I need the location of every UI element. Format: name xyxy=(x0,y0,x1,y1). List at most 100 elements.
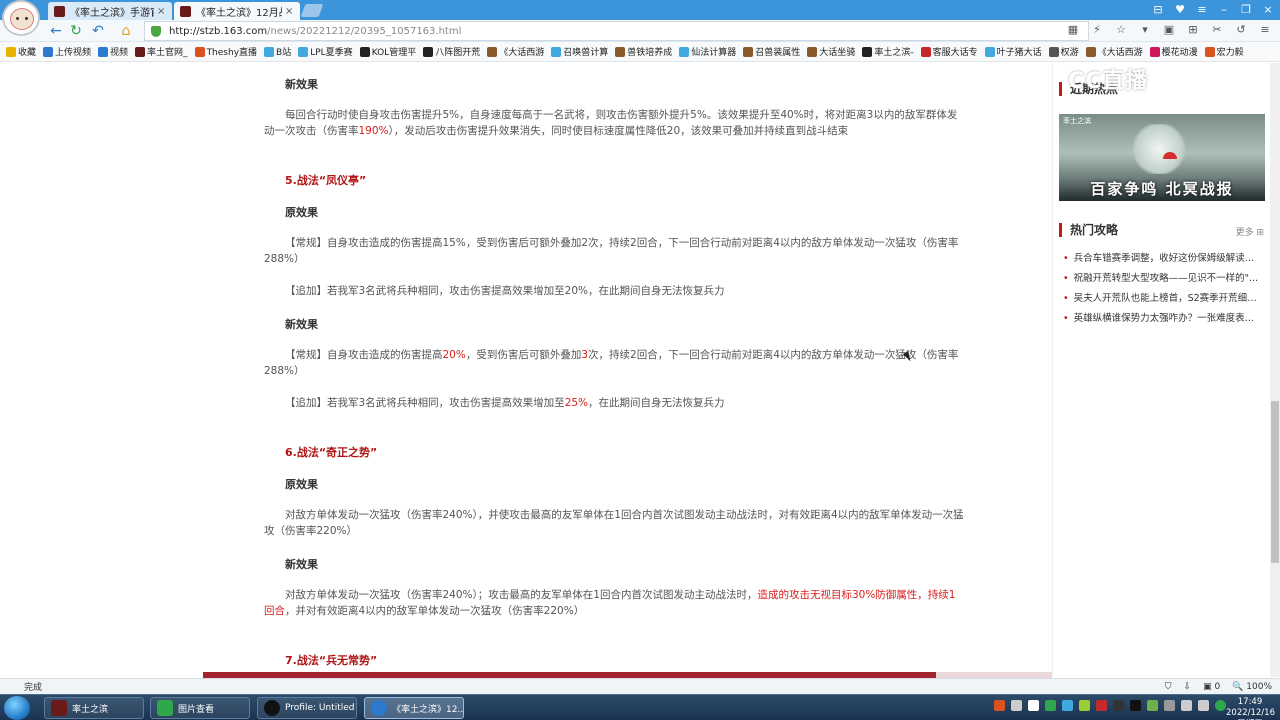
bookmark-item[interactable]: 上传视频 xyxy=(43,45,91,58)
tray-icon[interactable] xyxy=(994,700,1005,711)
window-controls: ⊟ ♥ ≡ – ❐ × xyxy=(1150,2,1276,18)
tray-icon[interactable] xyxy=(1011,700,1022,711)
more-icon[interactable]: ≡ xyxy=(1258,23,1272,37)
shield-icon xyxy=(151,25,161,37)
bookmark-item[interactable]: 仙法计算器 xyxy=(679,45,736,58)
bookmark-item[interactable]: Theshy直播 xyxy=(194,45,257,58)
tray-icon[interactable] xyxy=(1113,700,1124,711)
tray-icon[interactable] xyxy=(1130,700,1141,711)
bookmark-item[interactable]: 客服大话专 xyxy=(920,45,978,58)
screenshot-icon[interactable]: ▣ xyxy=(1162,23,1176,37)
list-item[interactable]: 祝融开荒转型大型攻略——见识不一样的"... xyxy=(1063,270,1263,284)
tray-icon[interactable] xyxy=(1215,700,1226,711)
network-icon[interactable] xyxy=(1181,700,1192,711)
start-button[interactable] xyxy=(4,696,30,720)
orig-effect-heading: 原效果 xyxy=(285,206,318,219)
undo-icon[interactable]: ↶ xyxy=(90,23,106,39)
bookmark-item[interactable]: B站 xyxy=(264,45,291,58)
bookmark-item[interactable]: 兽铁培养成 xyxy=(615,45,672,58)
lightning-icon[interactable]: ⚡ xyxy=(1090,23,1104,37)
undo-close-icon[interactable]: ↺ xyxy=(1234,23,1248,37)
tray-icon[interactable] xyxy=(1045,700,1056,711)
bookmark-item[interactable]: 樱花动漫 xyxy=(1149,45,1198,58)
tab-strip: 《率土之滨》手游官网_ × 《率土之滨》12月战法 × ⊟ ♥ ≡ – ❐ × xyxy=(0,0,1280,20)
bell-icon[interactable]: ♥ xyxy=(1172,3,1188,17)
close-icon[interactable]: × xyxy=(285,6,294,16)
counter-icon[interactable]: ▣ 0 xyxy=(1203,682,1220,692)
scrollbar-thumb[interactable] xyxy=(1271,401,1279,563)
bookmark-item[interactable]: 召兽装属性 xyxy=(743,45,800,58)
new-effect-heading: 新效果 xyxy=(285,558,318,571)
restore-icon[interactable]: ❐ xyxy=(1238,3,1254,17)
bookmark-item[interactable]: 八阵图开荒 xyxy=(423,45,480,58)
taskbar-item[interactable]: 图片查看 xyxy=(150,697,250,719)
tab-official-site[interactable]: 《率土之滨》手游官网_ × xyxy=(48,2,172,20)
scissors-icon[interactable]: ✂ xyxy=(1210,23,1224,37)
bookmark-item[interactable]: 宏力毅 xyxy=(1204,45,1244,58)
new-tab-button[interactable] xyxy=(300,4,324,17)
menu-icon[interactable]: ≡ xyxy=(1194,3,1210,17)
star-icon[interactable]: ☆ xyxy=(1114,23,1128,37)
bookmark-item[interactable]: 大话坐骑 xyxy=(807,45,855,58)
bookmark-item[interactable]: 《大话西游 xyxy=(487,45,544,58)
toolbar-tools: ▦ ⚡ ☆ ▾ ▣ ⊞ ✂ ↺ ≡ xyxy=(1066,23,1272,37)
back-icon[interactable]: ← xyxy=(48,23,64,39)
browser-logo-icon[interactable] xyxy=(2,0,40,36)
paragraph: 对敌方单体发动一次猛攻（伤害率240%），并使攻击最高的友军单体在1回合内首次试… xyxy=(264,509,964,537)
hot-guides-title: 热门攻略 xyxy=(1059,223,1118,237)
tab-label: 《率土之滨》手游官网_ xyxy=(70,7,154,19)
tray-icon[interactable] xyxy=(1028,700,1039,711)
bookmark-item[interactable]: 权游 xyxy=(1048,45,1079,58)
app-icon xyxy=(51,700,67,716)
page-viewport: 新效果 每回合行动时使自身攻击伤害提升5%，自身速度每高于一名武将，则攻击伤害额… xyxy=(0,63,1280,677)
bookmark-item[interactable]: 叶子猪大话 xyxy=(984,45,1042,58)
address-bar[interactable]: http://stzb.163.com/news/20221212/20395_… xyxy=(144,21,1089,41)
sidebar: 近期热点 率土之滨 百家争鸣 北冥战报 热门攻略 更多 ⊞ 兵合车错赛季调整，收… xyxy=(1052,63,1270,677)
system-tray xyxy=(994,700,1226,711)
download-icon[interactable]: ⇩ xyxy=(1184,682,1192,692)
refresh-icon[interactable]: ↻ xyxy=(68,23,84,39)
shield-status-icon[interactable]: ⛉ xyxy=(1165,682,1172,692)
close-window-icon[interactable]: × xyxy=(1260,3,1276,17)
new-effect-heading: 新效果 xyxy=(285,318,318,331)
clock[interactable]: 17:49 2022/12/16 星期五 xyxy=(1226,697,1275,720)
list-item[interactable]: 吴夫人开荒队也能上榜首，S2赛季开荒细节... xyxy=(1063,290,1263,304)
bookmark-item[interactable]: 《大话西游 xyxy=(1085,45,1143,58)
bookmarks-bar: 收藏 上传视频 视频 率土官网_ Theshy直播 B站 LPL夏季赛 KOL管… xyxy=(0,42,1280,62)
volume-icon[interactable] xyxy=(1198,700,1209,711)
minimize-icon[interactable]: – xyxy=(1216,3,1232,17)
app-icon xyxy=(264,700,280,716)
chevron-down-icon[interactable]: ▾ xyxy=(1138,23,1152,37)
bookmark-item[interactable]: LPL夏季赛 xyxy=(298,45,353,58)
tray-icon[interactable] xyxy=(1147,700,1158,711)
apps-icon[interactable]: ▦ xyxy=(1066,23,1080,37)
tab-article[interactable]: 《率土之滨》12月战法 × xyxy=(174,2,300,20)
banner-art xyxy=(1129,124,1189,174)
more-link[interactable]: 更多 ⊞ xyxy=(1236,225,1264,238)
bookmark-item[interactable]: 视频 xyxy=(98,45,128,58)
bookmark-item[interactable]: 收藏 xyxy=(6,45,36,58)
list-item[interactable]: 兵合车错赛季调整，收好这份保姆级解读和... xyxy=(1063,250,1263,264)
tray-icon[interactable] xyxy=(1062,700,1073,711)
paragraph: 【追加】若我军3名武将兵种相同，攻击伤害提高效果增加至25%，在此期间自身无法恢… xyxy=(285,397,725,409)
bookmark-item[interactable]: 召唤兽计算 xyxy=(551,45,608,58)
scrollbar[interactable] xyxy=(1270,63,1280,677)
list-item[interactable]: 英雄纵横谁保势力太强咋办？一张难度表解... xyxy=(1063,310,1263,324)
tray-icon[interactable] xyxy=(1164,700,1175,711)
bookmark-item[interactable]: KOL管理平 xyxy=(359,45,416,58)
taskbar-item[interactable]: 《率土之滨》12... xyxy=(364,697,464,719)
tray-icon[interactable] xyxy=(1096,700,1107,711)
zoom-level[interactable]: 🔍 100% xyxy=(1232,682,1272,692)
tray-icon[interactable] xyxy=(1079,700,1090,711)
star-icon xyxy=(6,46,16,57)
bookmark-item[interactable]: 率土之滨- xyxy=(862,45,914,58)
news-banner[interactable]: 率土之滨 百家争鸣 北冥战报 xyxy=(1059,114,1265,201)
umbrella-icon xyxy=(1163,152,1177,159)
bookmark-item[interactable]: 率土官网_ xyxy=(135,45,188,58)
grid-icon[interactable]: ⊞ xyxy=(1186,23,1200,37)
taskbar-item[interactable]: 率土之滨 xyxy=(44,697,144,719)
home-icon[interactable]: ⌂ xyxy=(118,23,134,39)
taskbar-item[interactable]: Profile: Untitled ... xyxy=(257,697,357,719)
skin-icon[interactable]: ⊟ xyxy=(1150,3,1166,17)
close-icon[interactable]: × xyxy=(157,6,166,16)
